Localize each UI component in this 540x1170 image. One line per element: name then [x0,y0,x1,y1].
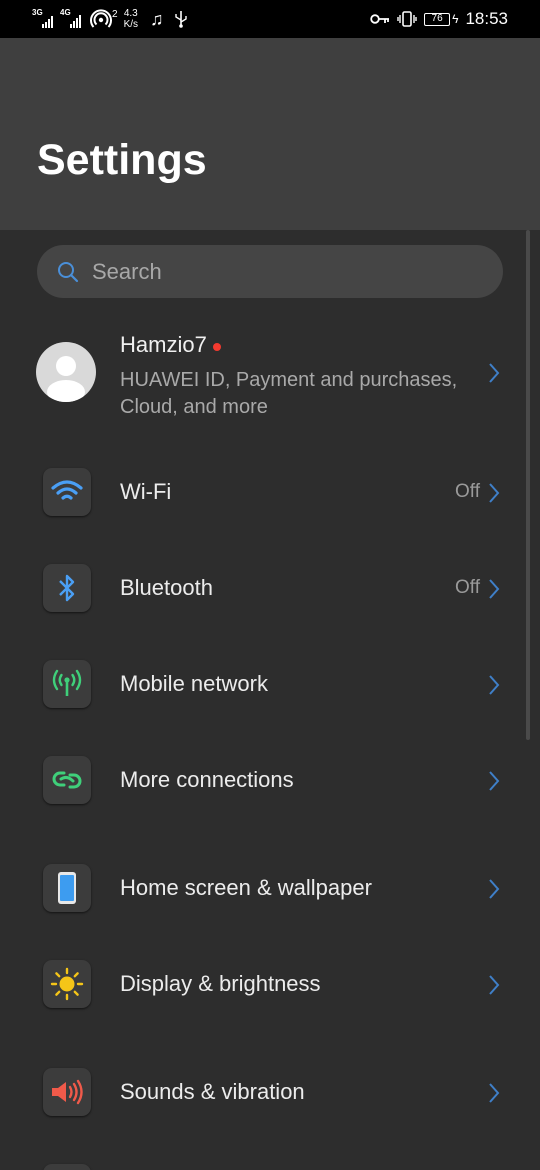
account-name: Hamzio7 [120,332,207,357]
sun-icon [43,960,91,1008]
settings-item-label: Wi-Fi [120,479,172,504]
signal-4g-icon: 4G [60,8,84,28]
settings-item-more-connections[interactable]: More connections [0,746,540,816]
chevron-right-icon [489,879,500,899]
settings-item-label: More connections [120,767,294,792]
wifi-status: Off [455,481,480,502]
settings-item-display[interactable]: Display & brightness [0,950,540,1020]
next-item-icon [43,1164,91,1170]
settings-item-label: Bluetooth [120,575,213,600]
search-input[interactable] [92,258,472,285]
chevron-right-icon [489,363,500,383]
bluetooth-icon [43,564,91,612]
settings-item-home-screen[interactable]: Home screen & wallpaper [0,854,540,924]
account-subtitle: HUAWEI ID, Payment and purchases, Cloud,… [120,369,458,418]
settings-item-wifi[interactable]: Wi-Fi Off [0,458,540,528]
phone-icon [43,864,91,912]
hotspot-icon: 2 [90,9,118,29]
settings-item-label: Mobile network [120,671,268,696]
chevron-right-icon [489,771,500,791]
search-icon [58,261,79,282]
speaker-icon [43,1068,91,1116]
more-connections-icon [43,756,91,804]
page-header: Settings [0,38,540,230]
settings-item-label: Sounds & vibration [120,1079,305,1104]
bluetooth-status: Off [455,577,480,598]
music-icon: ♫ [150,8,164,29]
chevron-right-icon [489,579,500,599]
network-speed: 4.3 K/s [123,8,139,30]
notification-dot [212,343,221,351]
settings-item-next[interactable] [0,1154,540,1170]
avatar [36,342,96,402]
settings-item-bluetooth[interactable]: Bluetooth Off [0,554,540,624]
charging-icon: ϟ [452,12,459,26]
usb-icon [174,11,187,28]
settings-item-label: Display & brightness [120,971,321,996]
page-title: Settings [37,136,207,184]
battery-icon: 76 [424,12,451,26]
account-row[interactable]: Hamzio7 HUAWEI ID, Payment and purchases… [0,325,540,425]
chevron-right-icon [489,975,500,995]
wifi-icon [43,468,91,516]
settings-item-sounds[interactable]: Sounds & vibration [0,1058,540,1128]
mobile-network-icon [43,660,91,708]
chevron-right-icon [489,483,500,503]
chevron-right-icon [489,675,500,695]
settings-item-mobile-network[interactable]: Mobile network [0,650,540,720]
clock: 18:53 [465,9,508,28]
signal-3g-icon: 3G [32,8,54,28]
key-icon [370,14,390,24]
settings-item-label: Home screen & wallpaper [120,875,372,900]
chevron-right-icon [489,1083,500,1103]
status-bar: 3G 4G 2 4.3 K/s ♫ 76 ϟ 18:53 [0,0,540,38]
search-bar[interactable] [37,245,503,298]
vibrate-icon [397,11,417,27]
